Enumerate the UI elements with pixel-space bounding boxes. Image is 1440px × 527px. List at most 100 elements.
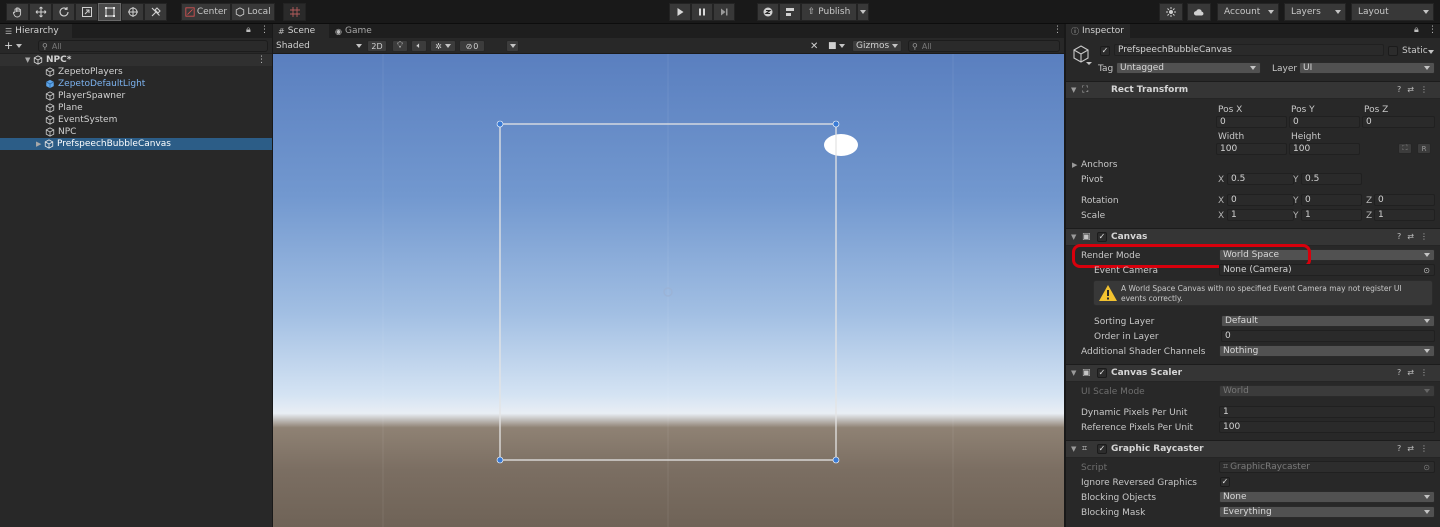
zepeto-button[interactable] bbox=[757, 3, 779, 21]
custom-tool-button[interactable] bbox=[144, 3, 167, 21]
dynamic-ppu-field[interactable]: 1 bbox=[1219, 406, 1435, 418]
scale-tool-button[interactable] bbox=[75, 3, 98, 21]
shader-channels-dropdown[interactable]: Nothing bbox=[1219, 345, 1435, 357]
rot-x-field[interactable]: 0 bbox=[1227, 194, 1294, 206]
help-icon[interactable]: ? bbox=[1397, 444, 1407, 453]
grid-snap-button[interactable] bbox=[283, 3, 306, 21]
create-button[interactable]: + bbox=[4, 39, 23, 52]
object-picker-icon[interactable]: ⊙ bbox=[1423, 266, 1430, 275]
pos-z-field[interactable]: 0 bbox=[1362, 116, 1435, 128]
preset-icon[interactable]: ⇄ bbox=[1407, 232, 1420, 241]
blocking-mask-dropdown[interactable]: Everything bbox=[1219, 506, 1435, 518]
more-menu-icon[interactable]: ⋮ bbox=[1428, 25, 1437, 35]
list-item[interactable]: NPC bbox=[0, 126, 272, 138]
chevron-down-icon[interactable] bbox=[1428, 50, 1434, 54]
event-camera-field[interactable]: None (Camera) ⊙ bbox=[1219, 264, 1435, 276]
list-item[interactable]: ZepetoPlayers bbox=[0, 66, 272, 78]
rot-y-field[interactable]: 0 bbox=[1301, 194, 1362, 206]
tab-inspector[interactable]: ⓘ Inspector bbox=[1066, 24, 1130, 38]
list-item[interactable]: Plane bbox=[0, 102, 272, 114]
order-in-layer-field[interactable]: 0 bbox=[1221, 330, 1435, 342]
effects-dropdown[interactable]: ✲ bbox=[430, 40, 456, 52]
raycaster-enabled-checkbox[interactable]: ✓ bbox=[1097, 444, 1107, 454]
pos-x-field[interactable]: 0 bbox=[1216, 116, 1287, 128]
cloud-button[interactable] bbox=[1187, 3, 1211, 21]
more-menu-icon[interactable]: ⋮ bbox=[1420, 368, 1434, 377]
icon-dropdown-caret[interactable] bbox=[1086, 62, 1092, 65]
scene-search-input[interactable]: ⚲ All bbox=[908, 40, 1060, 52]
step-button[interactable] bbox=[713, 3, 735, 21]
zepeto-world-button[interactable] bbox=[779, 3, 801, 21]
more-menu-icon[interactable]: ⋮ bbox=[1420, 444, 1434, 453]
help-icon[interactable]: ? bbox=[1397, 368, 1407, 377]
services-button[interactable] bbox=[1159, 3, 1183, 21]
rect-handle-top-left[interactable] bbox=[496, 120, 504, 128]
rot-z-field[interactable]: 0 bbox=[1374, 194, 1435, 206]
tab-game[interactable]: ◉ Game bbox=[330, 24, 380, 38]
collapse-arrow-icon[interactable]: ▼ bbox=[25, 56, 33, 64]
rect-handle-top-right[interactable] bbox=[832, 120, 840, 128]
foldout-arrow-icon[interactable]: ▼ bbox=[1071, 233, 1076, 241]
layers-dropdown[interactable]: Layers bbox=[1284, 3, 1346, 21]
tab-hierarchy[interactable]: ☰ Hierarchy bbox=[0, 24, 72, 38]
static-checkbox[interactable] bbox=[1388, 46, 1398, 56]
more-menu-icon[interactable]: ⋮ bbox=[1420, 85, 1434, 94]
blocking-objects-dropdown[interactable]: None bbox=[1219, 491, 1435, 503]
layer-dropdown[interactable]: UI bbox=[1299, 62, 1435, 74]
raw-edit-button[interactable]: R bbox=[1417, 143, 1431, 154]
more-menu-icon[interactable]: ⋮ bbox=[260, 25, 269, 35]
canvas-enabled-checkbox[interactable]: ✓ bbox=[1097, 232, 1107, 242]
scale-y-field[interactable]: 1 bbox=[1301, 209, 1362, 221]
sorting-layer-dropdown[interactable]: Default bbox=[1221, 315, 1435, 327]
pivot-mode-button[interactable]: Center bbox=[181, 3, 231, 21]
anchors-foldout-icon[interactable]: ▶ bbox=[1072, 161, 1077, 169]
pivot-y-field[interactable]: 0.5 bbox=[1301, 173, 1362, 185]
width-field[interactable]: 100 bbox=[1216, 143, 1287, 155]
rect-handle-bottom-left[interactable] bbox=[496, 456, 504, 464]
object-name-field[interactable]: PrefspeechBubbleCanvas bbox=[1114, 44, 1384, 56]
lock-icon[interactable]: 🔒︎ bbox=[1414, 25, 1419, 35]
list-item[interactable]: ZepetoDefaultLight bbox=[0, 78, 272, 90]
tag-dropdown[interactable]: Untagged bbox=[1116, 62, 1261, 74]
reference-ppu-field[interactable]: 100 bbox=[1219, 421, 1435, 433]
scale-x-field[interactable]: 1 bbox=[1227, 209, 1294, 221]
account-dropdown[interactable]: Account bbox=[1217, 3, 1279, 21]
hierarchy-search-input[interactable]: ⚲ All bbox=[38, 40, 268, 52]
canvas-scaler-enabled-checkbox[interactable]: ✓ bbox=[1097, 368, 1107, 378]
gizmos-dropdown[interactable]: Gizmos bbox=[852, 40, 902, 52]
hidden-objects-toggle[interactable]: ⊘ 0 bbox=[459, 40, 485, 52]
shading-mode-dropdown[interactable]: Shaded bbox=[276, 40, 362, 52]
ignore-reversed-checkbox[interactable]: ✓ bbox=[1220, 477, 1230, 487]
more-menu-icon[interactable]: ⋮ bbox=[1420, 232, 1434, 241]
play-button[interactable] bbox=[669, 3, 691, 21]
graphic-raycaster-header[interactable]: ▼ ⌗ ✓ Graphic Raycaster ?⇄⋮ bbox=[1066, 440, 1440, 458]
help-icon[interactable]: ? bbox=[1397, 232, 1407, 241]
preset-icon[interactable]: ⇄ bbox=[1407, 444, 1420, 453]
pos-y-field[interactable]: 0 bbox=[1289, 116, 1360, 128]
height-field[interactable]: 100 bbox=[1289, 143, 1360, 155]
active-checkbox[interactable]: ✓ bbox=[1100, 46, 1110, 56]
scene-menu-icon[interactable]: ⋮ bbox=[257, 55, 266, 65]
publish-button[interactable]: ⇧ Publish bbox=[801, 3, 857, 21]
canvas-scaler-header[interactable]: ▼ ▣ ✓ Canvas Scaler ?⇄⋮ bbox=[1066, 364, 1440, 382]
rect-tool-button[interactable] bbox=[98, 3, 121, 21]
list-item[interactable]: PlayerSpawner bbox=[0, 90, 272, 102]
foldout-arrow-icon[interactable]: ▼ bbox=[1071, 369, 1076, 377]
publish-dropdown-button[interactable] bbox=[857, 3, 869, 21]
preset-icon[interactable]: ⇄ bbox=[1407, 368, 1420, 377]
lighting-toggle[interactable]: 💡︎ bbox=[392, 40, 408, 52]
scale-z-field[interactable]: 1 bbox=[1374, 209, 1435, 221]
hand-tool-button[interactable] bbox=[6, 3, 29, 21]
tab-scene[interactable]: # Scene bbox=[273, 24, 329, 38]
rect-transform-header[interactable]: ▼ ⛶ Rect Transform ?⇄⋮ bbox=[1066, 81, 1440, 99]
list-item-selected[interactable]: ▶ PrefspeechBubbleCanvas bbox=[0, 138, 272, 150]
move-tool-button[interactable] bbox=[29, 3, 52, 21]
help-icon[interactable]: ? bbox=[1397, 85, 1407, 94]
transform-tool-button[interactable] bbox=[121, 3, 144, 21]
pause-button[interactable] bbox=[691, 3, 713, 21]
camera-dropdown[interactable]: ■ bbox=[828, 40, 850, 52]
rotate-tool-button[interactable] bbox=[52, 3, 75, 21]
expand-arrow-icon[interactable]: ▶ bbox=[36, 140, 44, 148]
layout-dropdown[interactable]: Layout bbox=[1351, 3, 1434, 21]
pivot-x-field[interactable]: 0.5 bbox=[1227, 173, 1294, 185]
